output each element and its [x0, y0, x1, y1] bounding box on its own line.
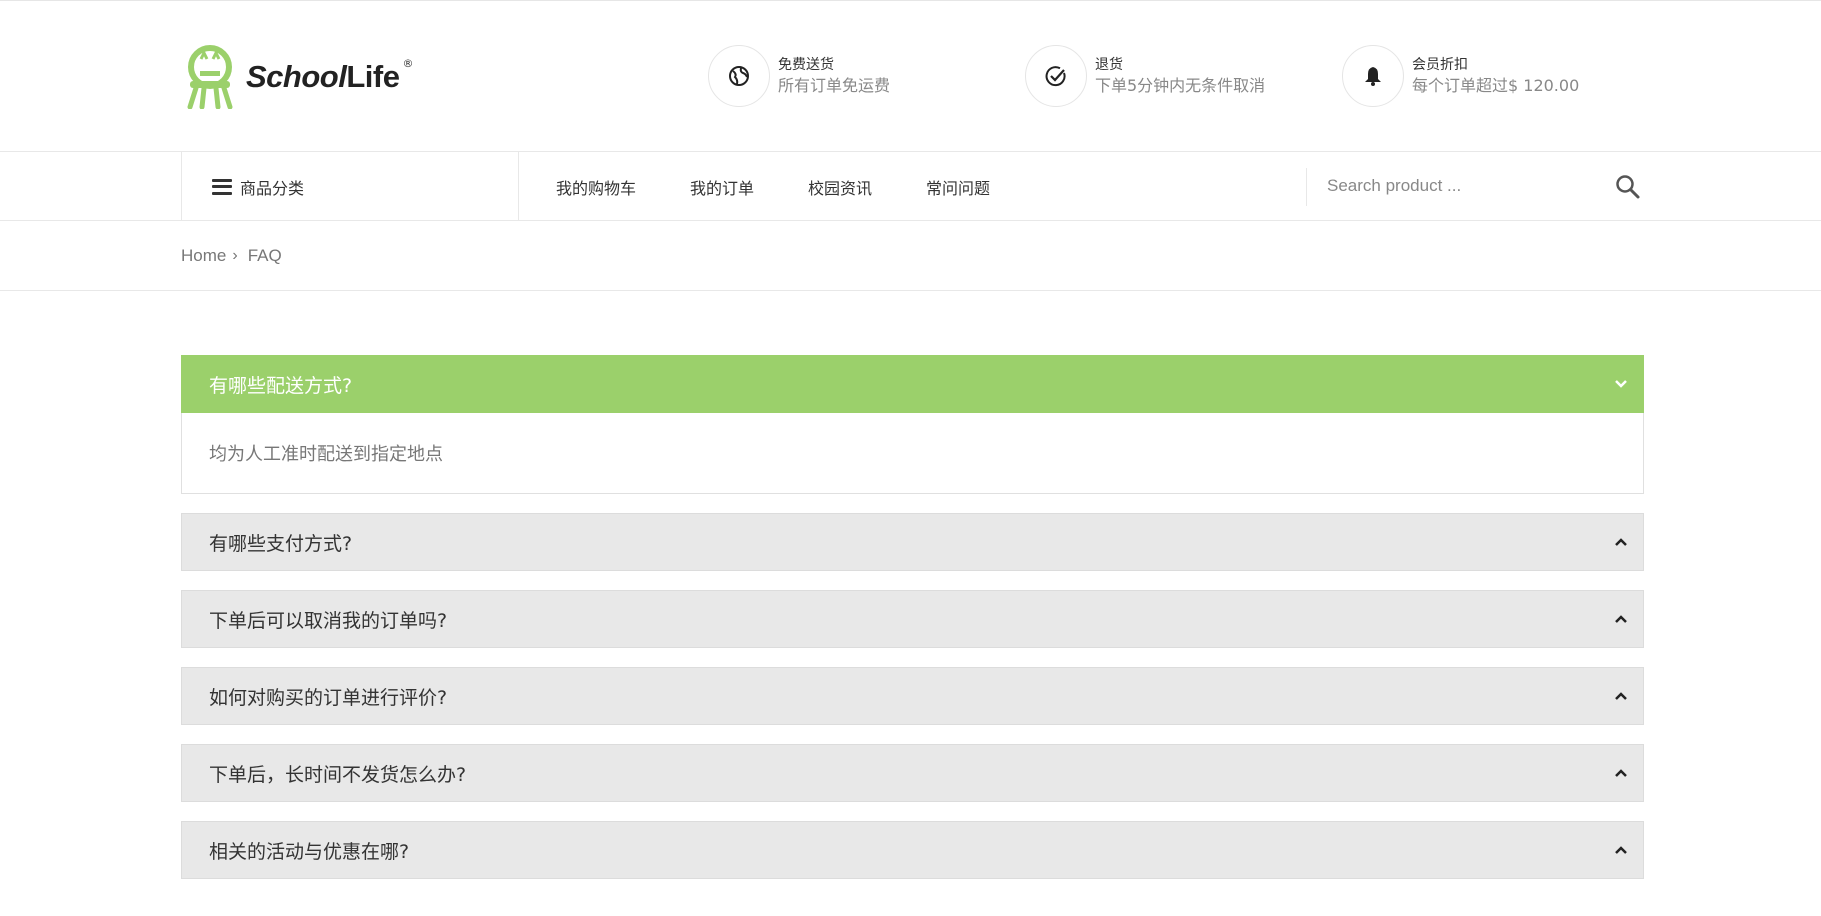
breadcrumb-current: FAQ [247, 246, 282, 265]
top-header: SchoolLife ® 免费送货 所有订单免运费 退货 下单5分钟内无条件取消 [0, 0, 1821, 152]
globe-icon [729, 66, 749, 86]
faq-answer-panel: 均为人工准时配送到指定地点 [181, 413, 1644, 494]
feature-icon-circle [708, 45, 770, 107]
chevron-down-icon [1613, 376, 1629, 392]
faq-question: 有哪些支付方式? [209, 532, 353, 555]
category-menu-button[interactable]: 商品分类 [181, 152, 519, 221]
feature-title: 会员折扣 [1412, 57, 1468, 73]
faq-item: 如何对购买的订单进行评价? [181, 667, 1644, 725]
faq-question-header[interactable]: 有哪些支付方式? [181, 513, 1644, 571]
faq-question-header[interactable]: 下单后可以取消我的订单吗? [181, 590, 1644, 648]
feature-returns: 退货 下单5分钟内无条件取消 [1025, 45, 1265, 107]
breadcrumb-home-link[interactable]: Home [181, 246, 226, 266]
feature-icon-circle [1025, 45, 1087, 107]
main-nav-bar: 商品分类 我的购物车 我的订单 校园资讯 常问问题 [0, 151, 1821, 221]
faq-question: 相关的活动与优惠在哪? [209, 840, 410, 863]
chevron-up-icon [1613, 611, 1629, 627]
faq-item: 有哪些配送方式? 均为人工准时配送到指定地点 [181, 355, 1644, 494]
nav-link-campus-news[interactable]: 校园资讯 [808, 175, 872, 199]
faq-answer: 均为人工准时配送到指定地点 [209, 444, 443, 465]
bell-icon [1365, 67, 1381, 86]
check-circle-icon [1045, 66, 1066, 87]
faq-question: 如何对购买的订单进行评价? [209, 686, 448, 709]
faq-question-header[interactable]: 下单后，长时间不发货怎么办? [181, 744, 1644, 802]
faq-question-header[interactable]: 有哪些配送方式? [181, 355, 1644, 413]
chevron-up-icon [1613, 688, 1629, 704]
logo-text: SchoolLife [246, 59, 400, 94]
feature-title: 退货 [1095, 57, 1123, 73]
faq-question-header[interactable]: 如何对购买的订单进行评价? [181, 667, 1644, 725]
chevron-up-icon [1613, 534, 1629, 550]
faq-question: 有哪些配送方式? [209, 374, 353, 397]
faq-item: 有哪些支付方式? [181, 513, 1644, 571]
faq-question-header[interactable]: 相关的活动与优惠在哪? [181, 821, 1644, 879]
search-input[interactable] [1327, 168, 1587, 204]
faq-question: 下单后，长时间不发货怎么办? [209, 763, 467, 786]
breadcrumb-separator: › [232, 247, 238, 264]
nav-link-orders[interactable]: 我的订单 [690, 175, 754, 199]
search-icon [1616, 175, 1640, 199]
search-button[interactable] [1613, 172, 1643, 202]
feature-subtitle: 所有订单免运费 [778, 76, 891, 95]
faq-item: 相关的活动与优惠在哪? [181, 821, 1644, 879]
feature-subtitle: 下单5分钟内无条件取消 [1095, 76, 1266, 95]
nav-link-cart[interactable]: 我的购物车 [556, 175, 636, 199]
faq-accordion: 有哪些配送方式? 均为人工准时配送到指定地点 有哪些支付方式? 下单后可以取消我… [181, 355, 1644, 898]
faq-item: 下单后，长时间不发货怎么办? [181, 744, 1644, 802]
nav-link-faq[interactable]: 常问问题 [926, 175, 990, 199]
breadcrumb: Home › FAQ [0, 221, 1821, 291]
feature-subtitle: 每个订单超过$ 120.00 [1412, 76, 1580, 95]
feature-free-shipping: 免费送货 所有订单免运费 [708, 45, 890, 107]
chair-logo-icon [187, 45, 233, 109]
category-label: 商品分类 [240, 178, 305, 198]
site-logo[interactable]: SchoolLife ® [180, 45, 413, 109]
chevron-up-icon [1613, 765, 1629, 781]
hamburger-icon [212, 178, 232, 195]
chevron-up-icon [1613, 842, 1629, 858]
registered-mark: ® [402, 56, 414, 70]
feature-member-discount: 会员折扣 每个订单超过$ 120.00 [1342, 45, 1579, 107]
search-box [1306, 168, 1644, 206]
faq-question: 下单后可以取消我的订单吗? [209, 609, 448, 632]
faq-item: 下单后可以取消我的订单吗? [181, 590, 1644, 648]
feature-icon-circle [1342, 45, 1404, 107]
nav-links: 我的购物车 我的订单 校园资讯 常问问题 [556, 152, 1044, 221]
feature-title: 免费送货 [778, 57, 834, 73]
